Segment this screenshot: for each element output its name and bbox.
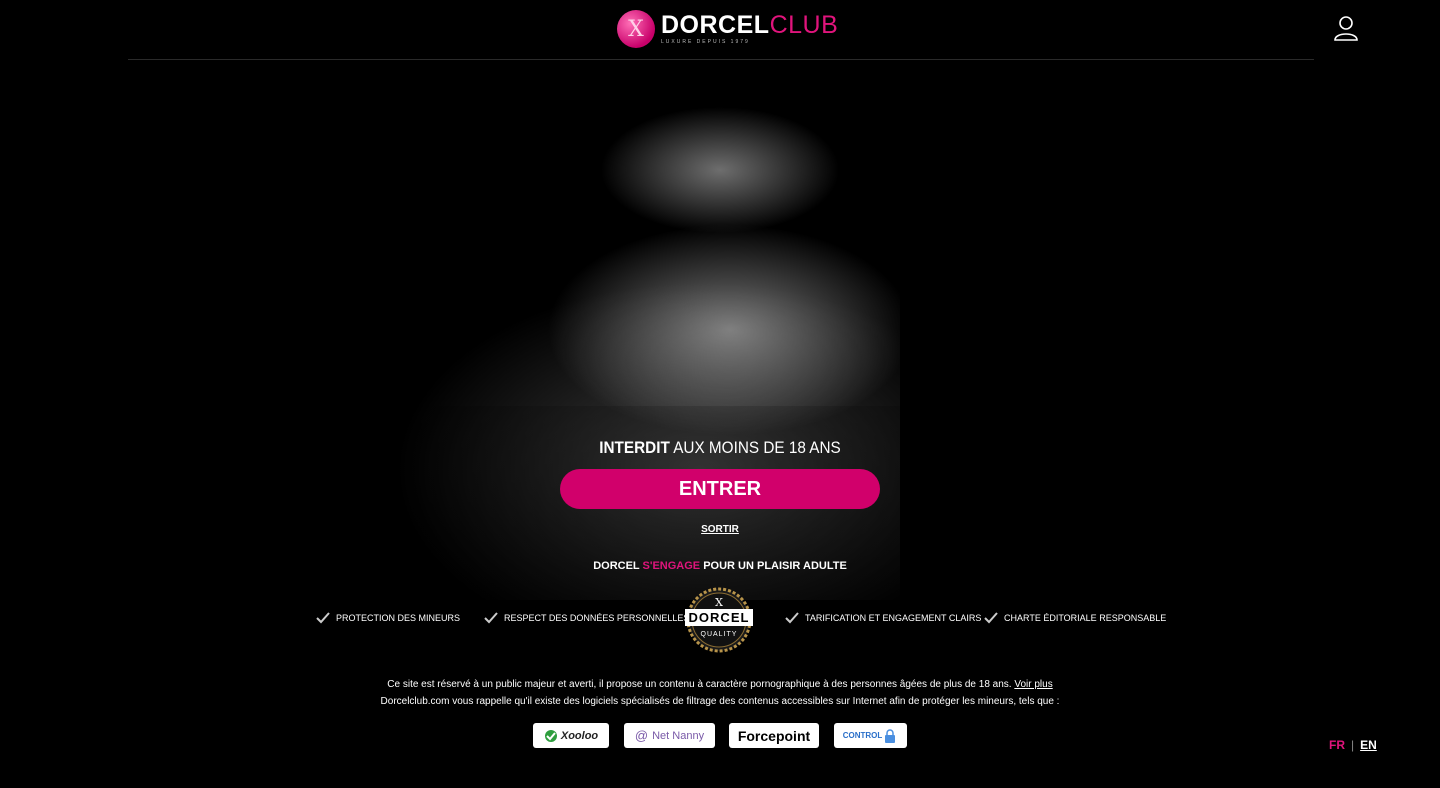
logo-tagline: LUXURE DEPUIS 1979 <box>661 39 750 45</box>
check-icon <box>984 612 998 624</box>
age-title-rest: AUX MOINS DE 18 ANS <box>669 438 841 457</box>
commitment-highlight: S'ENGAGE <box>642 560 701 572</box>
feature-item-minors: PROTECTION DES MINEURS <box>316 612 460 624</box>
language-fr[interactable]: FR <box>1329 738 1345 752</box>
badge-label: QUALITY <box>701 631 738 638</box>
language-switcher: FR | EN <box>1329 738 1377 752</box>
badge-name: DORCEL <box>689 610 750 625</box>
partner-control-kids[interactable]: CONTROL <box>834 723 907 748</box>
check-icon <box>484 612 498 624</box>
legal-line-2: Dorcelclub.com vous rappelle qu'il exist… <box>380 696 1060 707</box>
header-divider <box>128 59 1314 60</box>
partner-name: CONTROL <box>842 731 883 740</box>
logo-name: DORCELCLUB <box>661 13 838 38</box>
feature-item-pricing: TARIFICATION ET ENGAGEMENT CLAIRS <box>785 612 981 624</box>
user-account-button[interactable] <box>1333 15 1359 41</box>
age-restriction-title: INTERDIT AUX MOINS DE 18 ANS <box>72 438 1368 458</box>
logo-letter: X <box>628 16 644 42</box>
dorcel-club-logo[interactable]: X DORCELCLUB LUXURE DEPUIS 1979 <box>617 9 838 49</box>
legal-line-1: Ce site est réservé à un public majeur e… <box>0 676 1440 693</box>
language-separator: | <box>1351 738 1355 752</box>
commitment-heading: DORCEL S'ENGAGE POUR UN PLAISIR ADULTE <box>0 560 1440 572</box>
net-nanny-icon: @ <box>634 728 649 743</box>
legal-notice: Ce site est réservé à un public majeur e… <box>0 676 1440 710</box>
feature-item-editorial: CHARTE ÉDITORIALE RESPONSABLE <box>984 612 1166 624</box>
site-header: X DORCELCLUB LUXURE DEPUIS 1979 <box>0 0 1440 62</box>
see-more-link[interactable]: Voir plus <box>1014 679 1052 690</box>
dorcel-quality-badge: X DORCEL QUALITY <box>681 587 757 653</box>
language-en[interactable]: EN <box>1360 738 1377 752</box>
badge-letter: X <box>715 596 723 609</box>
partner-forcepoint[interactable]: Forcepoint <box>729 723 819 748</box>
feature-label: RESPECT DES DONNÉES PERSONNELLES <box>504 613 690 623</box>
quality-seal-icon: X DORCEL QUALITY <box>685 587 753 653</box>
commitment-prefix: DORCEL <box>593 560 643 572</box>
xooloo-check-icon <box>544 729 557 742</box>
logo-x-icon: X <box>617 10 655 48</box>
check-icon <box>785 612 799 624</box>
exit-link[interactable]: SORTIR <box>0 524 1440 535</box>
logo-text: DORCELCLUB LUXURE DEPUIS 1979 <box>661 13 838 45</box>
partner-xooloo[interactable]: Xooloo <box>533 723 609 748</box>
feature-label: TARIFICATION ET ENGAGEMENT CLAIRS <box>805 613 982 623</box>
commitment-suffix: POUR UN PLAISIR ADULTE <box>700 560 847 572</box>
lock-icon <box>885 728 896 743</box>
feature-label: CHARTE ÉDITORIALE RESPONSABLE <box>1004 613 1167 623</box>
enter-button[interactable]: ENTRER <box>560 469 880 509</box>
logo-brand-main: DORCEL <box>661 11 770 39</box>
age-title-bold: INTERDIT <box>599 438 670 457</box>
logo-brand-accent: CLUB <box>769 11 839 39</box>
partner-net-nanny[interactable]: @ Net Nanny <box>624 723 715 748</box>
feature-item-privacy: RESPECT DES DONNÉES PERSONNELLES <box>484 612 689 624</box>
user-icon <box>1334 16 1358 41</box>
legal-text-1: Ce site est réservé à un public majeur e… <box>387 679 1012 690</box>
feature-label: PROTECTION DES MINEURS <box>336 613 461 623</box>
partner-name: Net Nanny <box>652 729 705 742</box>
check-icon <box>316 612 330 624</box>
partner-name: Forcepoint <box>737 727 811 744</box>
partner-name: Xooloo <box>560 729 599 742</box>
